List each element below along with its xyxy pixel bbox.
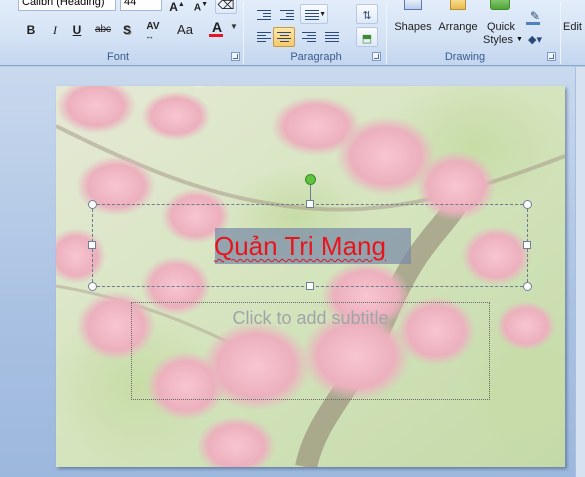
font-size-field[interactable]: 44 — [120, 0, 162, 11]
paragraph-dialog-launcher-icon[interactable] — [372, 52, 381, 61]
group-separator — [243, 2, 244, 64]
align-left-icon — [257, 32, 271, 44]
shapes-label: Shapes — [394, 21, 432, 33]
shape-fill-swatch — [526, 22, 540, 25]
quick-styles-label: Quick — [486, 21, 516, 33]
slide-title[interactable]: Quản Tri Mang — [214, 228, 414, 264]
arrange-icon — [450, 0, 466, 10]
increase-indent-button[interactable] — [275, 4, 297, 24]
watermark-logo-icon — [194, 86, 218, 87]
increase-indent-icon — [280, 10, 294, 22]
decrease-indent-icon — [257, 10, 271, 22]
edit-label: Edit — [563, 21, 582, 33]
group-separator — [560, 2, 561, 64]
align-center-button[interactable] — [273, 27, 295, 47]
line-spacing-icon — [305, 10, 319, 22]
text-direction-icon: ⇅ — [362, 10, 372, 22]
resize-handle-left[interactable] — [88, 241, 96, 249]
paragraph-group-label: Paragraph — [290, 51, 342, 63]
shrink-font-button[interactable]: A▼ — [190, 0, 212, 14]
resize-handle-top-left[interactable] — [88, 200, 97, 209]
shapes-icon — [404, 0, 422, 10]
drawing-dialog-launcher-icon[interactable] — [547, 52, 556, 61]
char-spacing-arrow-icon: ↔ — [145, 31, 154, 41]
strikethrough-button[interactable]: abc — [90, 19, 116, 39]
bold-button[interactable]: B — [20, 19, 42, 39]
shadow-button[interactable]: S — [116, 19, 138, 39]
ribbon: Calibri (Heading) 44 A▲ A▼ ⌫ B I U abc S… — [0, 0, 585, 66]
justify-button[interactable] — [320, 27, 342, 47]
change-case-button[interactable]: Aa — [172, 19, 198, 39]
clear-format-button[interactable]: ⌫ — [215, 0, 237, 14]
justify-icon — [325, 32, 339, 44]
arrange-label: Arrange — [438, 21, 478, 33]
grow-font-button[interactable]: A▲ — [166, 0, 188, 14]
drawing-group-label: Drawing — [444, 51, 486, 63]
align-right-button[interactable] — [297, 27, 319, 47]
shapes-button[interactable]: Shapes — [392, 0, 434, 44]
smartart-icon: ⬒ — [361, 33, 373, 45]
resize-handle-top[interactable] — [306, 200, 314, 208]
rotation-handle[interactable] — [305, 174, 316, 185]
resize-handle-top-right[interactable] — [523, 200, 532, 209]
resize-handle-bottom-right[interactable] — [523, 282, 532, 291]
line-spacing-button[interactable]: ▼ — [300, 4, 328, 24]
smartart-button[interactable]: ⬒ — [356, 27, 378, 47]
text-direction-button[interactable]: ⇅ — [356, 4, 378, 24]
decrease-indent-button[interactable] — [252, 4, 274, 24]
resize-handle-bottom[interactable] — [306, 282, 314, 290]
quick-styles-icon — [490, 0, 510, 10]
shape-fill-button[interactable]: ✎ — [522, 5, 548, 25]
shape-fill-icon: ✎ — [529, 9, 541, 23]
resize-handle-bottom-left[interactable] — [88, 282, 97, 291]
char-spacing-button[interactable]: AV ↔ — [140, 19, 166, 41]
shape-effects-icon: ◆▾ — [528, 34, 542, 46]
font-color-dropdown-icon[interactable]: ▼ — [230, 22, 238, 31]
arrange-button[interactable]: Arrange — [436, 0, 480, 44]
align-left-button[interactable] — [252, 27, 274, 47]
underline-button[interactable]: U — [66, 19, 88, 39]
quick-styles-label-2: Styles — [483, 34, 513, 46]
font-color-glyph: A — [211, 19, 223, 35]
font-group-label: Font — [106, 51, 129, 63]
line-spacing-dropdown-icon: ▼ — [319, 11, 326, 18]
font-color-button[interactable]: A — [204, 16, 230, 37]
quick-styles-button[interactable]: Quick Styles ▼ — [480, 0, 523, 49]
watermark: uantrimang — [176, 86, 436, 90]
font-dialog-launcher-icon[interactable] — [231, 52, 240, 61]
align-right-icon — [302, 32, 316, 44]
group-separator — [386, 2, 387, 64]
font-name-field[interactable]: Calibri (Heading) — [18, 0, 116, 11]
italic-button[interactable]: I — [44, 19, 66, 39]
align-center-icon — [277, 32, 291, 44]
shape-effects-button[interactable]: ◆▾ — [522, 28, 548, 48]
font-color-swatch — [209, 34, 223, 37]
resize-handle-right[interactable] — [523, 241, 531, 249]
subtitle-placeholder-text[interactable]: Click to add subtitle — [131, 306, 490, 330]
vertical-scrollbar[interactable] — [575, 67, 585, 477]
edit-button[interactable]: Edit — [561, 0, 585, 44]
